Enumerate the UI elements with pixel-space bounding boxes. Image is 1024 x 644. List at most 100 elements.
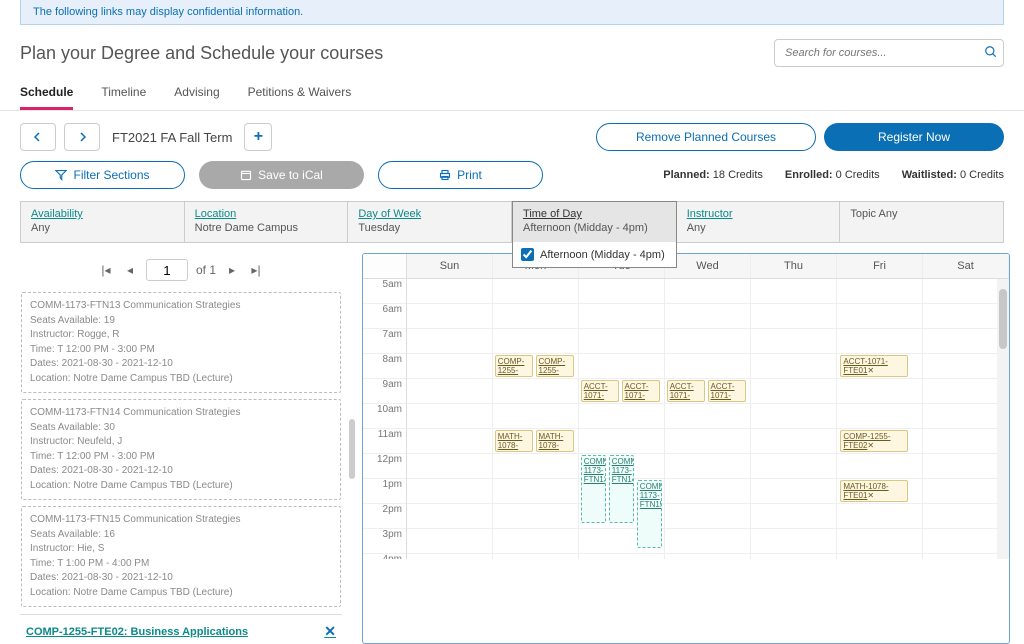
time-option-checkbox[interactable] (521, 248, 534, 261)
tab-advising[interactable]: Advising (174, 77, 219, 110)
event-comm14[interactable]: COMM-1173-FTN14 (609, 455, 635, 523)
filter-time[interactable]: Time of Day Afternoon (Midday - 4pm) Aft… (512, 201, 677, 243)
term-label: FT2021 FA Fall Term (112, 130, 232, 145)
filter-availability-label: Availability (31, 208, 174, 220)
section-title: COMM-1173-FTN14 Communication Strategies (30, 406, 332, 421)
section-instructor: Instructor: Neufeld, J (30, 435, 332, 450)
section-card[interactable]: COMM-1173-FTN15 Communication Strategies… (21, 506, 341, 607)
scrollbar-thumb[interactable] (999, 289, 1007, 349)
daycol-thu (751, 279, 837, 559)
section-time: Time: T 12:00 PM - 3:00 PM (30, 450, 332, 465)
hour-label: 10am (363, 404, 406, 429)
event-comp1255[interactable]: COMP-1255-FTE02✕ (495, 355, 533, 377)
section-seats: Seats Available: 30 (30, 421, 332, 436)
close-icon[interactable]: ✕ (694, 400, 701, 402)
filter-sections-label: Filter Sections (73, 168, 149, 182)
section-instructor: Instructor: Rogge, R (30, 328, 332, 343)
event-comp1255b[interactable]: COMP-1255-FTE02✕ (536, 355, 574, 377)
close-icon[interactable]: ✕ (867, 441, 874, 450)
filter-instructor-label: Instructor (687, 208, 830, 220)
hour-label: 5am (363, 279, 406, 304)
pager-page-input[interactable] (146, 259, 188, 281)
hour-label: 6am (363, 304, 406, 329)
remove-planned-label: Remove Planned Courses (636, 130, 776, 144)
event-comm15[interactable]: COMM-1173-FTN15 (637, 480, 663, 548)
event-comm13[interactable]: COMM-1173-FTN13 (581, 455, 607, 523)
pager-last-button[interactable]: ▸| (248, 263, 264, 277)
event-comp-fri[interactable]: COMP-1255-FTE02✕ (840, 430, 908, 452)
pager-next-button[interactable]: ▸ (224, 263, 240, 277)
tab-petitions[interactable]: Petitions & Waivers (248, 77, 352, 110)
waitlisted-label: Waitlisted: (902, 169, 957, 181)
waitlisted-value: 0 Credits (960, 169, 1004, 181)
section-time: Time: T 1:00 PM - 4:00 PM (30, 557, 332, 572)
print-button[interactable]: Print (378, 161, 543, 189)
banner-text: The following links may display confiden… (33, 6, 303, 18)
filter-instructor[interactable]: Instructor Any (677, 201, 841, 243)
save-ical-button[interactable]: Save to iCal (199, 161, 364, 189)
time-option-afternoon[interactable]: Afternoon (Midday - 4pm) (521, 248, 668, 261)
prev-term-button[interactable] (20, 123, 56, 151)
calendar-scrollbar[interactable] (997, 279, 1009, 559)
close-icon[interactable]: ✕ (522, 450, 529, 452)
day-header-fri: Fri (837, 254, 923, 278)
close-icon[interactable]: ✕ (867, 366, 874, 375)
day-header-sat: Sat (923, 254, 1009, 278)
filter-availability[interactable]: Availability Any (20, 201, 185, 243)
filter-time-label: Time of Day (523, 208, 666, 220)
filter-bar: Availability Any Location Notre Dame Cam… (20, 201, 1004, 243)
filter-sections-button[interactable]: Filter Sections (20, 161, 185, 189)
close-icon[interactable]: ✕ (563, 375, 570, 377)
add-term-button[interactable]: + (244, 123, 272, 151)
section-card[interactable]: COMM-1173-FTN14 Communication Strategies… (21, 399, 341, 500)
filter-topic-label: Topic Any (850, 208, 993, 220)
panel-splitter[interactable] (348, 253, 356, 644)
event-acctb-wed[interactable]: ACCT-1071-FTE01✕ (708, 380, 746, 402)
tab-schedule[interactable]: Schedule (20, 77, 73, 110)
close-icon[interactable]: ✕ (735, 400, 742, 402)
section-location: Location: Notre Dame Campus TBD (Lecture… (30, 372, 332, 387)
planned-course-label: COMP-1255-FTE02: Business Applications (26, 626, 248, 638)
close-icon[interactable]: ✕ (563, 450, 570, 452)
filter-day[interactable]: Day of Week Tuesday (348, 201, 512, 243)
filter-location[interactable]: Location Notre Dame Campus (185, 201, 349, 243)
event-math[interactable]: MATH-1078-FTE01✕ (495, 430, 533, 452)
calendar-header: Sun Mon Tue Wed Thu Fri Sat (363, 254, 1009, 279)
event-acct-fri[interactable]: ACCT-1071-FTE01✕ (840, 355, 908, 377)
hour-label: 11am (363, 429, 406, 454)
remove-planned-button[interactable]: Remove Planned Courses (596, 123, 816, 151)
close-icon[interactable]: ✕ (649, 400, 656, 402)
section-seats: Seats Available: 19 (30, 314, 332, 329)
pager-first-button[interactable]: |◂ (98, 263, 114, 277)
planned-course-item[interactable]: COMP-1255-FTE02: Business Applications ✕ (20, 614, 342, 644)
section-list-panel: |◂ ◂ of 1 ▸ ▸| COMM-1173-FTN13 Communica… (20, 253, 342, 644)
event-acctb[interactable]: ACCT-1071-FTE01✕ (622, 380, 660, 402)
filter-instructor-value: Any (687, 222, 830, 234)
filter-location-label: Location (195, 208, 338, 220)
next-term-button[interactable] (64, 123, 100, 151)
close-icon[interactable]: ✕ (867, 491, 874, 500)
hour-label: 12pm (363, 454, 406, 479)
search-input[interactable] (774, 39, 1004, 67)
day-header-thu: Thu (751, 254, 837, 278)
time-column: 5am 6am 7am 8am 9am 10am 11am 12pm 1pm 2… (363, 279, 407, 559)
register-now-label: Register Now (878, 130, 950, 144)
close-icon[interactable]: ✕ (522, 375, 529, 377)
close-icon[interactable]: ✕ (608, 400, 615, 402)
pager-prev-button[interactable]: ◂ (122, 263, 138, 277)
hour-label: 3pm (363, 529, 406, 554)
event-mathb[interactable]: MATH-1078-FTE01✕ (536, 430, 574, 452)
filter-topic[interactable]: Topic Any (840, 201, 1004, 243)
register-now-button[interactable]: Register Now (824, 123, 1004, 151)
event-acct-wed[interactable]: ACCT-1071-FTE01✕ (667, 380, 705, 402)
hour-label: 9am (363, 379, 406, 404)
planned-label: Planned: (663, 169, 709, 181)
event-math-fri[interactable]: MATH-1078-FTE01✕ (840, 480, 908, 502)
section-card[interactable]: COMM-1173-FTN13 Communication Strategies… (21, 292, 341, 393)
event-acct[interactable]: ACCT-1071-FTE01✕ (581, 380, 619, 402)
filter-day-label: Day of Week (358, 208, 501, 220)
tab-timeline[interactable]: Timeline (101, 77, 146, 110)
course-search[interactable] (774, 39, 1004, 67)
remove-course-button[interactable]: ✕ (324, 623, 336, 640)
daycol-mon: COMP-1255-FTE02✕ COMP-1255-FTE02✕ MATH-1… (493, 279, 579, 559)
